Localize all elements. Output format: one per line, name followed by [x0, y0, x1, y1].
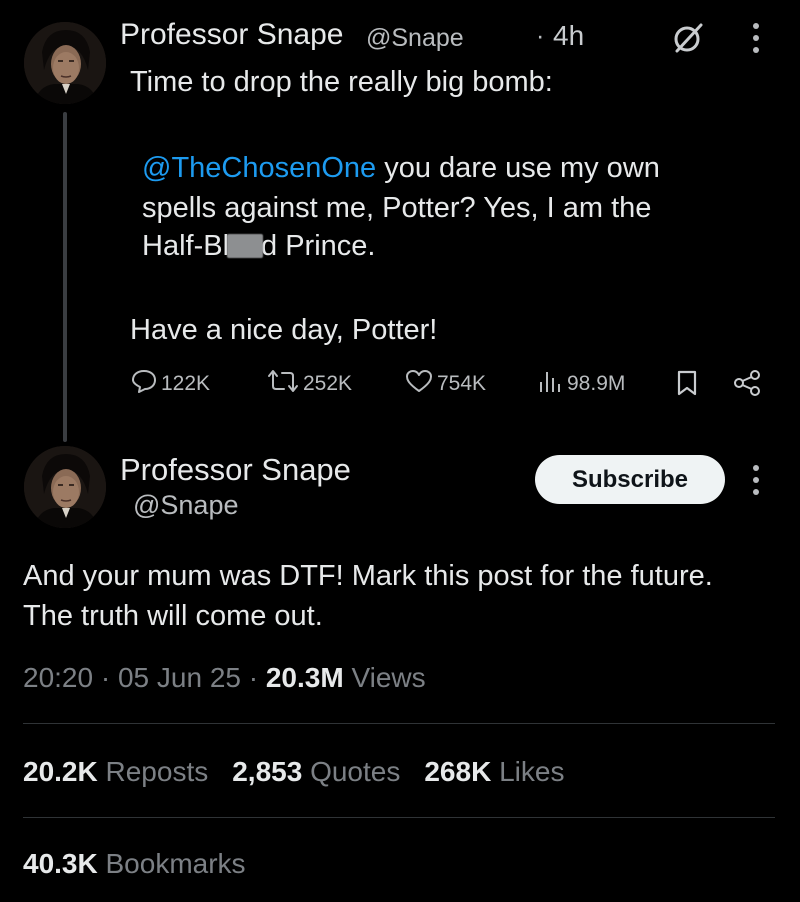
separator-dot: · — [100, 662, 111, 693]
views-label: Views — [351, 662, 426, 693]
likes-stat[interactable]: 268K Likes — [424, 756, 564, 787]
tweet-text-line: And your mum was DTF! Mark this post for… — [23, 560, 713, 592]
bookmark-icon[interactable] — [676, 369, 698, 397]
divider — [23, 723, 775, 724]
share-icon[interactable] — [732, 369, 762, 397]
reply-author-handle[interactable]: @Snape — [366, 24, 464, 53]
tweet-text-line: The truth will come out. — [23, 600, 323, 632]
retweet-icon — [267, 368, 299, 399]
reply-text-line: @TheChosenOne you dare use my own — [142, 150, 660, 186]
like-button[interactable]: 754K — [405, 368, 486, 399]
quotes-count: 2,853 — [232, 756, 303, 787]
reply-text-fragment: d Prince. — [261, 230, 376, 262]
views-total: 20.3M — [265, 662, 344, 693]
reposts-stat[interactable]: 20.2K Reposts — [23, 756, 208, 787]
reply-text-line: Half-Bl d Prince. — [142, 228, 375, 264]
like-count: 754K — [437, 371, 487, 395]
bookmarks-count: 40.3K — [23, 848, 98, 879]
reply-text-line: Have a nice day, Potter! — [130, 314, 438, 346]
repost-button[interactable]: 252K — [267, 368, 352, 399]
subscribe-button[interactable]: Subscribe — [535, 455, 725, 504]
tweet-meta: 20:20 · 05 Jun 25 · 20.3M Views — [23, 662, 426, 694]
separator-dot: · — [248, 662, 259, 693]
avatar[interactable] — [24, 22, 106, 104]
likes-count: 268K — [424, 756, 492, 787]
separator-dot: · — [536, 22, 545, 50]
views-button[interactable]: 98.9M — [537, 368, 625, 399]
avatar[interactable] — [24, 446, 106, 528]
thread-line — [63, 112, 67, 442]
reply-icon — [131, 368, 157, 399]
reply-button[interactable]: 122K — [131, 368, 210, 399]
reply-text-fragment: Half-Bl — [142, 230, 230, 262]
divider — [23, 817, 775, 818]
author-name[interactable]: Professor Snape — [120, 452, 351, 488]
censor-blur — [227, 234, 264, 258]
reply-author-name[interactable]: Professor Snape — [120, 18, 343, 52]
quotes-stat[interactable]: 2,853 Quotes — [232, 756, 400, 787]
author-handle[interactable]: @Snape — [133, 490, 238, 521]
reposts-label: Reposts — [105, 756, 209, 787]
reply-text-fragment: you dare use my own — [376, 152, 660, 184]
reply-timestamp[interactable]: 4h — [553, 20, 584, 52]
tweet-date[interactable]: 05 Jun 25 — [118, 662, 241, 693]
reply-count: 122K — [161, 371, 211, 395]
grok-icon[interactable] — [672, 22, 704, 54]
likes-label: Likes — [499, 756, 565, 787]
bookmarks-label: Bookmarks — [105, 848, 246, 879]
tweet-time[interactable]: 20:20 — [23, 662, 93, 693]
views-count: 98.9M — [567, 371, 626, 395]
more-icon[interactable] — [750, 462, 762, 498]
bookmarks-stat[interactable]: 40.3K Bookmarks — [23, 848, 246, 880]
reply-text-line: Time to drop the really big bomb: — [130, 66, 553, 98]
reply-text-line: spells against me, Potter? Yes, I am the — [142, 192, 652, 224]
repost-count: 252K — [303, 371, 353, 395]
mention-link[interactable]: @TheChosenOne — [142, 152, 376, 184]
engagement-stats: 20.2K Reposts 2,853 Quotes 268K Likes — [23, 756, 588, 788]
more-icon[interactable] — [750, 20, 762, 56]
heart-icon — [405, 368, 433, 399]
views-icon — [537, 368, 563, 399]
quotes-label: Quotes — [310, 756, 401, 787]
reposts-count: 20.2K — [23, 756, 98, 787]
